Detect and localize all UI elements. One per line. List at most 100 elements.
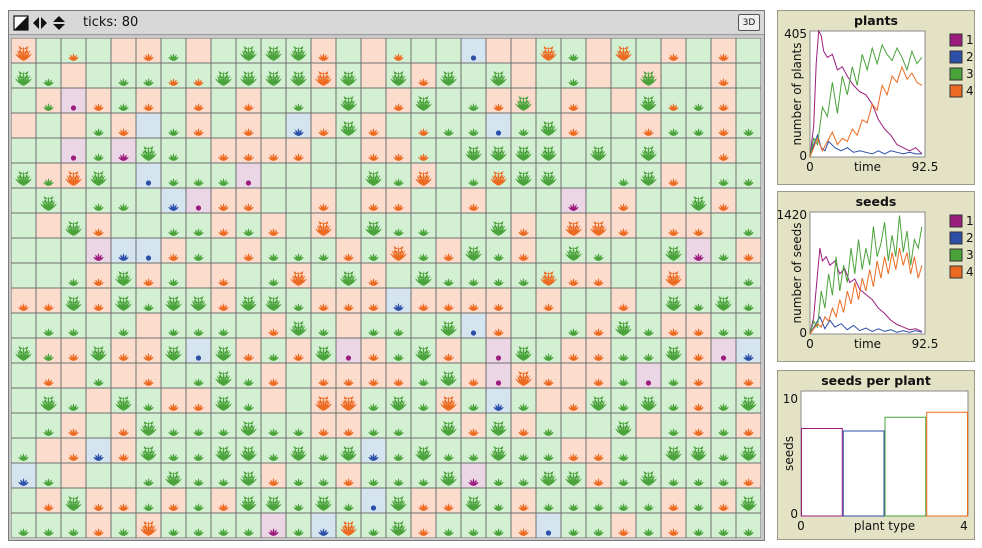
patch <box>60 212 87 239</box>
patch <box>210 187 237 214</box>
patch <box>385 212 412 239</box>
patch <box>535 38 562 64</box>
edit-view-icon[interactable] <box>13 15 29 31</box>
patch <box>310 512 337 538</box>
patch <box>35 487 62 514</box>
patch <box>610 337 637 364</box>
patch <box>585 162 612 189</box>
patch <box>360 187 387 214</box>
vertical-arrows-icon[interactable] <box>51 15 67 31</box>
patch <box>735 38 761 64</box>
patch <box>610 312 637 339</box>
patch <box>285 337 312 364</box>
patch <box>11 362 37 389</box>
patch <box>435 38 462 64</box>
patch <box>560 137 587 164</box>
patch <box>710 137 737 164</box>
patch <box>235 162 262 189</box>
patch <box>535 112 562 139</box>
patch <box>135 487 162 514</box>
patch <box>585 437 612 464</box>
patch <box>485 137 512 164</box>
patch <box>60 87 87 114</box>
patch <box>585 412 612 439</box>
patch <box>85 362 112 389</box>
patch <box>210 287 237 314</box>
patch <box>610 412 637 439</box>
patch <box>560 387 587 414</box>
horizontal-arrows-icon[interactable] <box>32 15 48 31</box>
patch <box>685 337 712 364</box>
patch <box>735 512 761 538</box>
patch <box>685 362 712 389</box>
patch <box>210 337 237 364</box>
patch <box>85 387 112 414</box>
patch <box>610 512 637 538</box>
patch <box>235 137 262 164</box>
patch <box>660 212 687 239</box>
patch <box>735 337 761 364</box>
patch <box>435 62 462 89</box>
patch <box>110 337 137 364</box>
patch <box>310 162 337 189</box>
patch <box>435 512 462 538</box>
patch <box>485 512 512 538</box>
seed-dot <box>495 130 502 136</box>
patch <box>585 387 612 414</box>
3d-view-button[interactable]: 3D <box>738 14 760 31</box>
patch <box>685 312 712 339</box>
patch <box>610 262 637 289</box>
patch <box>710 112 737 139</box>
patch <box>185 212 212 239</box>
patch <box>485 38 512 64</box>
patch <box>560 462 587 489</box>
patch <box>535 262 562 289</box>
patch <box>285 412 312 439</box>
patch <box>210 412 237 439</box>
patch <box>360 487 387 514</box>
patch <box>110 362 137 389</box>
patch <box>260 412 287 439</box>
patch <box>435 312 462 339</box>
patch <box>435 287 462 314</box>
patch <box>235 462 262 489</box>
patch <box>85 512 112 538</box>
patch <box>11 262 37 289</box>
patch <box>660 512 687 538</box>
patch <box>485 162 512 189</box>
patch <box>560 38 587 64</box>
patch <box>260 212 287 239</box>
patch <box>35 137 62 164</box>
patch <box>335 512 362 538</box>
patch <box>60 137 87 164</box>
patch <box>185 38 212 64</box>
patch <box>660 387 687 414</box>
patch <box>60 512 87 538</box>
patch <box>635 38 662 64</box>
patch <box>460 87 487 114</box>
patch <box>135 112 162 139</box>
patch <box>110 287 137 314</box>
patch <box>560 337 587 364</box>
patch <box>310 112 337 139</box>
patch <box>35 512 62 538</box>
patch <box>160 512 187 538</box>
patch <box>560 162 587 189</box>
patch <box>11 87 37 114</box>
patch <box>535 387 562 414</box>
patch <box>11 38 37 64</box>
patch <box>135 87 162 114</box>
patch <box>235 412 262 439</box>
patch <box>535 337 562 364</box>
patch <box>535 487 562 514</box>
patch <box>610 162 637 189</box>
patch <box>585 87 612 114</box>
patch <box>235 387 262 414</box>
patch <box>610 38 637 64</box>
patch <box>585 287 612 314</box>
patch <box>85 487 112 514</box>
patch <box>110 387 137 414</box>
patch <box>460 362 487 389</box>
patch <box>660 62 687 89</box>
patch <box>285 137 312 164</box>
